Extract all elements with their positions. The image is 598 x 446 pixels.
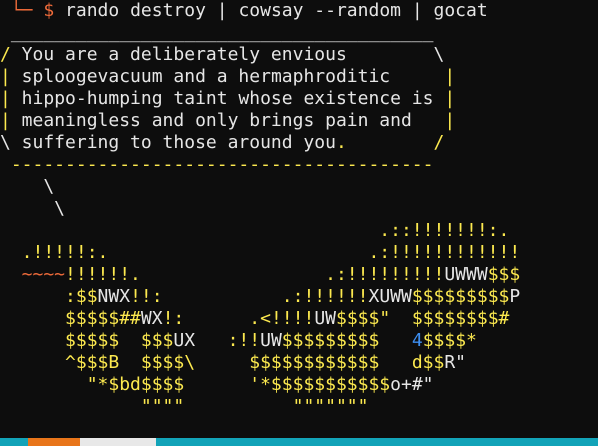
text-run: $$$$" (336, 308, 391, 329)
text-run: You are a deliberately envious \ (10, 44, 445, 65)
text-run: ~~~~ (0, 264, 66, 285)
text-run (0, 0, 11, 21)
output-line: .!!!!!:. .:!!!!!!!!!!!! (0, 242, 521, 264)
text-run: \ (0, 176, 55, 197)
status-segment-os (28, 438, 80, 446)
text-run: UW (314, 308, 336, 329)
status-segment-info (156, 438, 598, 446)
text-run: """"""" (184, 396, 369, 417)
status-segment-directory (80, 438, 156, 446)
text-run: $$$$$$$$$$$$ (195, 352, 412, 373)
text-run: | (433, 66, 456, 87)
text-run: \ suffering to those around you (0, 132, 336, 153)
text-run: | (0, 88, 11, 109)
text-run: --------------------------------------- (0, 154, 434, 175)
text-run: $$$$$## (0, 308, 141, 329)
output-line: ^$$$B $$$$\ $$$$$$$$$$$$ d$$R" (0, 352, 466, 374)
text-run: !!: (130, 286, 163, 307)
text-run: meaningless and only brings pain and (10, 110, 434, 131)
text-run: | (0, 66, 11, 87)
output-line: --------------------------------------- (0, 154, 434, 176)
text-run: :$$ (0, 286, 98, 307)
text-run: vacuum and a hermaphroditic (97, 66, 434, 87)
text-run: .!!!!!:. (0, 242, 109, 263)
output-line: .::!!!!!!!:. (0, 220, 509, 242)
text-run: o+#" (390, 374, 434, 395)
output-line: | sploogevacuum and a hermaphroditic | (0, 66, 455, 88)
text-run: $$$$$$$$# (390, 308, 510, 329)
output-line: \ suffering to those around you. / (0, 132, 444, 154)
text-run: P (509, 286, 521, 307)
text-run: $$$$$$$$$ (281, 330, 412, 351)
text-run: R" (444, 352, 467, 373)
text-run: splooge (10, 66, 98, 87)
output-line: $$$$$ $$$UX :!!UW$$$$$$$$$ 4$$$$* (0, 330, 477, 352)
text-run: $ (32, 0, 66, 21)
text-run: :!! (195, 330, 261, 351)
text-run: NWX (97, 286, 131, 307)
text-run: UX (173, 330, 196, 351)
text-run: !: (162, 308, 185, 329)
text-run: UWWW (444, 264, 488, 285)
output-line: $$$$$##WX!: .<!!!!UW$$$$" $$$$$$$$# (0, 308, 509, 330)
output-line: \ (0, 176, 54, 198)
text-run: !!!!!!. (65, 264, 141, 285)
text-run: $$$$$ $$$ (0, 330, 174, 351)
text-run: XUWW (368, 286, 412, 307)
text-run: | (0, 110, 11, 131)
output-line: | meaningless and only brings pain and | (0, 110, 455, 132)
text-run: . (335, 132, 347, 153)
text-run: \ (0, 198, 66, 219)
output-line: \ (0, 198, 65, 220)
output-line: / You are a deliberately envious \ (0, 44, 444, 66)
text-run: $$$$$$$$$ (411, 286, 510, 307)
text-run: / (346, 132, 445, 153)
output-line: | hippo-humping taint whose existence is… (0, 88, 455, 110)
text-run: └─ (10, 0, 33, 21)
text-run: d$$ (411, 352, 445, 373)
text-run: WX (140, 308, 163, 329)
text-run: $$$ (487, 264, 521, 285)
text-run: '*$$$$$$$$$$$ (184, 374, 391, 395)
text-run: rando destroy | cowsay --random | gocat (65, 0, 488, 21)
text-run: ^$$$B $$$$\ (0, 352, 196, 373)
output-line: "*$bd$$$$ '*$$$$$$$$$$$o+#" (0, 374, 434, 396)
text-run: .<!!!! (184, 308, 315, 329)
text-run: | (433, 110, 456, 131)
text-run: .:!!!!!!!!!!!! (108, 242, 521, 263)
text-run: | (433, 88, 456, 109)
output-line: """" """"""" (0, 396, 369, 418)
status-bar (0, 438, 598, 446)
text-run: .:!!!!!! (162, 286, 369, 307)
output-line: ~~~~!!!!!!. .:!!!!!!!!!UWWW$$$ (0, 264, 521, 286)
terminal-window[interactable]: └─ $ rando destroy | cowsay --random | g… (0, 0, 598, 446)
text-run: """" (0, 396, 185, 417)
command-line: └─ $ rando destroy | cowsay --random | g… (0, 0, 488, 22)
text-run: .::!!!!!!!:. (0, 220, 510, 241)
text-run: UW (260, 330, 282, 351)
text-run: .:!!!!!!!!! (140, 264, 445, 285)
text-run: $$$$* (422, 330, 477, 351)
text-run: "*$bd$$$$ (0, 374, 185, 395)
text-run: 4 (411, 330, 423, 351)
text-run: hippo-humping taint whose existence is (10, 88, 434, 109)
output-line: _______________________________________ (0, 22, 434, 44)
text-run: / (0, 44, 11, 65)
output-line: :$$NWX!!: .:!!!!!!XUWW$$$$$$$$$P (0, 286, 520, 308)
text-run: _______________________________________ (0, 22, 434, 43)
